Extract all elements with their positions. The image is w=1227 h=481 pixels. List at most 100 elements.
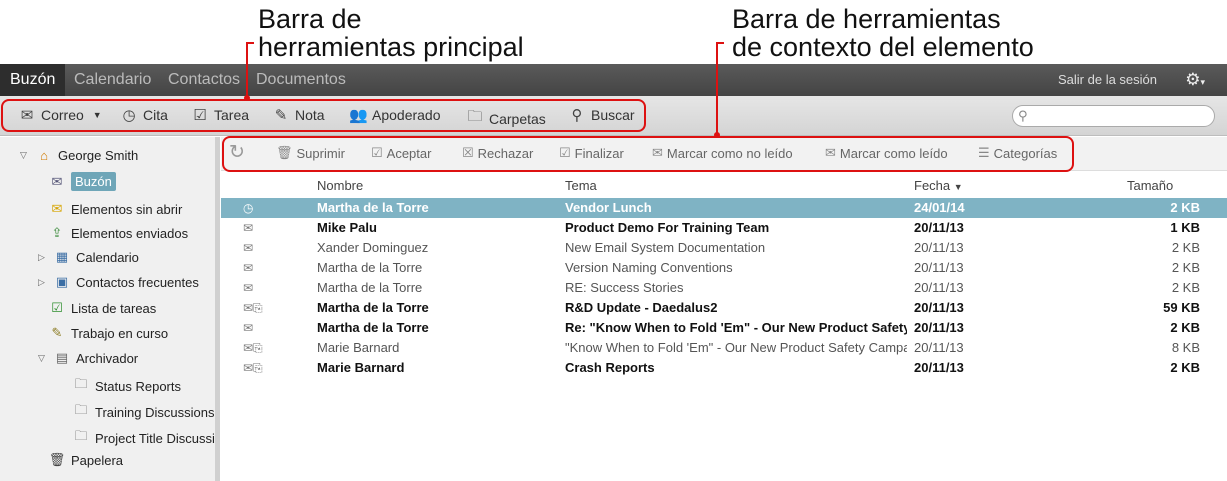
row-subject: New Email System Documentation [565,240,766,255]
tree-root-user[interactable]: ▽ ⌂ George Smith [20,148,138,163]
envelope-icon: ✉ [243,221,254,235]
column-header-name[interactable]: Nombre [317,178,363,193]
complete-button[interactable]: ☑ Finalizar [559,145,624,161]
row-subject: RE: Success Stories [565,280,684,295]
row-size: 59 KB [1163,300,1200,315]
sidebar-item-label: Project Title Discussi [95,430,215,446]
mail-label: Correo [41,107,84,123]
categories-button[interactable]: ☰ Categorías [978,145,1057,161]
mark-read-button[interactable]: ✉ Marcar como leído [825,145,948,161]
envelope-open-icon: ✉ [243,241,254,255]
decline-button[interactable]: ☒ Rechazar [462,145,533,161]
sidebar-item-tasklist[interactable]: ☑ Lista de tareas [48,300,156,316]
user-name: George Smith [58,148,139,163]
sidebar-item-folder[interactable]: 🗀 Status Reports [72,375,181,397]
pencil-icon: ✎ [51,325,63,340]
proxy-button[interactable]: 👥 Apoderado [349,106,441,124]
sidebar-item-label: Elementos sin abrir [71,201,183,217]
delete-button[interactable]: 🗑 Suprimir [276,145,345,161]
sidebar-item-calendar[interactable]: ▷ ▦ Calendario [38,249,139,265]
row-subject: Product Demo For Training Team [565,220,770,235]
proxy-label: Apoderado [372,107,441,123]
column-header-subject[interactable]: Tema [565,178,597,193]
mail-button[interactable]: ✉ Correo ▼ [18,106,102,124]
trash-icon: 🗑 [276,145,293,160]
collapse-triangle-icon[interactable]: ▷ [38,277,48,288]
table-row[interactable]: ✉ Martha de la Torre Version Naming Conv… [221,258,1227,278]
callout-main-toolbar: Barra de herramientas principal [258,5,524,61]
logout-link[interactable]: Salir de la sesión [1058,64,1157,96]
table-row[interactable]: ◷ Martha de la Torre Vendor Lunch 24/01/… [221,198,1227,218]
folder-icon: 🗀 [74,402,88,417]
find-label: Buscar [591,107,635,123]
table-row[interactable]: ✉⎘ Marie Barnard Crash Reports 20/11/13 … [221,358,1227,378]
task-button[interactable]: ☑ Tarea [191,106,249,124]
sidebar-item-folder[interactable]: 🗀 Project Title Discussi [72,427,215,449]
row-date: 20/11/13 [914,280,964,295]
row-name: Mike Palu [317,220,377,235]
gear-icon[interactable]: ⚙▾ [1185,70,1205,90]
sidebar-item-unopened[interactable]: ✉ Elementos sin abrir [48,201,183,217]
mark-unread-label: Marcar como no leído [666,145,793,161]
callout-bracket [716,42,724,134]
folders-label: Carpetas [489,110,546,127]
sidebar-item-label: Lista de tareas [71,300,157,316]
envelope-icon: ✉ [51,201,63,216]
tab-documents[interactable]: Documentos [246,64,356,96]
refresh-icon[interactable]: ↻ [229,141,245,164]
tab-mailbox[interactable]: Buzón [0,64,66,96]
mark-unread-button[interactable]: ✉ Marcar como no leído [652,145,793,161]
row-date: 20/11/13 [914,240,964,255]
table-row[interactable]: ✉ Xander Dominguez New Email System Docu… [221,238,1227,258]
table-row[interactable]: ✉ Martha de la Torre RE: Success Stories… [221,278,1227,298]
sidebar-item-label: Contactos frecuentes [76,274,199,290]
tab-contacts[interactable]: Contactos [158,64,250,96]
sidebar-item-label: Papelera [71,452,124,468]
envelope-open-icon: ✉ [243,261,254,275]
table-row[interactable]: ✉⎘ Marie Barnard "Know When to Fold 'Em"… [221,338,1227,358]
row-date: 20/11/13 [914,360,964,375]
expand-triangle-icon[interactable]: ▽ [38,353,48,364]
sidebar-item-label: Elementos enviados [71,225,189,241]
collapse-triangle-icon[interactable]: ▷ [38,252,48,263]
chevron-down-icon[interactable]: ▼ [93,110,102,120]
clock-icon: ◷ [122,107,136,124]
search-icon: ⚲ [1018,108,1028,123]
expand-triangle-icon[interactable]: ▽ [20,150,30,161]
row-size: 2 KB [1170,200,1200,215]
note-button[interactable]: ✎ Nota [272,106,325,124]
row-size: 2 KB [1171,240,1200,255]
column-header-date[interactable]: Fecha ▼ [914,178,963,193]
sidebar-item-cabinet[interactable]: ▽ ▤ Archivador [38,350,138,366]
list-icon: ☰ [978,145,990,160]
sidebar-item-frequent-contacts[interactable]: ▷ ▣ Contactos frecuentes [38,274,199,290]
search-input[interactable]: ⚲ [1012,105,1215,127]
sidebar-item-folder[interactable]: 🗀 Training Discussions [72,401,214,423]
folder-icon: 🗀 [74,428,88,443]
column-header-size[interactable]: Tamaño [1127,178,1173,193]
sidebar-item-work-in-progress[interactable]: ✎ Trabajo en curso [48,325,169,341]
sidebar-item-label: Training Discussions [95,404,215,420]
column-header-date-label: Fecha [914,178,951,193]
envelope-open-attachment-icon: ✉⎘ [243,341,263,355]
sidebar-item-trash[interactable]: 🗑 Papelera [48,452,123,468]
checkbox-icon: ☑ [559,145,571,160]
trash-icon: 🗑 [48,452,66,467]
decline-label: Rechazar [477,145,534,161]
accept-button[interactable]: ☑ Aceptar [371,145,431,161]
table-row[interactable]: ✉⎘ Martha de la Torre R&D Update - Daeda… [221,298,1227,318]
sidebar-item-label: Calendario [76,249,139,265]
appointment-button[interactable]: ◷ Cita [120,106,167,124]
tab-calendar[interactable]: Calendario [64,64,161,96]
row-name: Marie Barnard [317,340,400,355]
table-row[interactable]: ✉ Mike Palu Product Demo For Training Te… [221,218,1227,238]
sidebar-item-sent[interactable]: ⇪ Elementos enviados [48,225,189,241]
folders-button[interactable]: 🗀 Carpetas [466,106,546,131]
sidebar-item-mailbox[interactable]: ✉ Buzón [48,172,116,191]
row-date: 20/11/13 [914,220,964,235]
table-row[interactable]: ✉ Martha de la Torre Re: "Know When to F… [221,318,1227,338]
sidebar-item-label: Buzón [71,172,116,191]
row-date: 20/11/13 [914,340,964,355]
find-button[interactable]: ⚲ Buscar [568,106,635,124]
callout-dot [714,132,720,138]
